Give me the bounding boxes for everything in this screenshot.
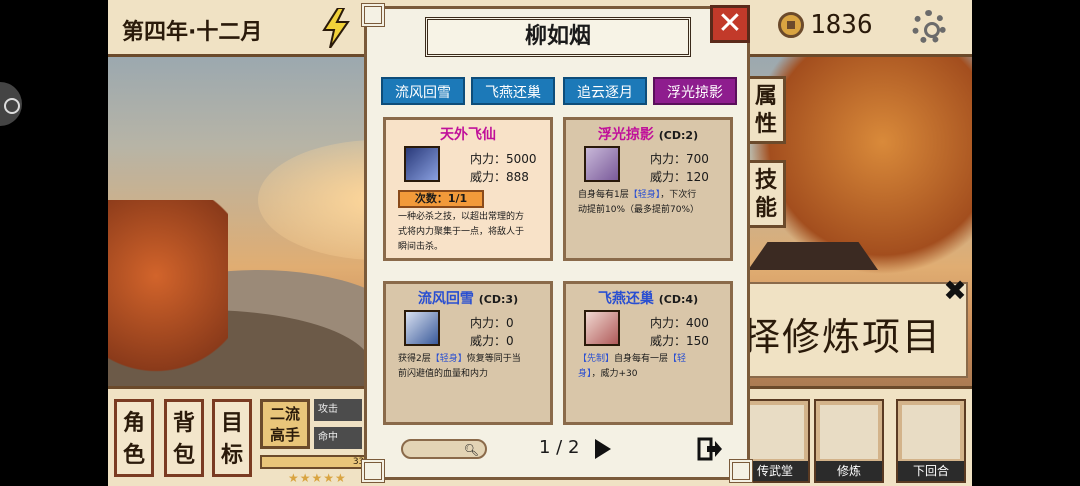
nav-backpack-button[interactable]: 背包 — [164, 399, 204, 477]
next-page-icon[interactable] — [595, 439, 611, 459]
desc-line: 一种必杀之技，以超出常理的方 — [398, 212, 525, 222]
character-name: 柳如烟 — [524, 24, 591, 49]
skill-name-text: 浮光掠影 — [597, 127, 654, 143]
train-label: 修炼 — [816, 461, 882, 481]
cooldown-text: (CD:4) — [658, 293, 699, 306]
tab-fuguang-lueying[interactable]: 浮光掠影 — [653, 77, 737, 105]
desc-line: 瞬间击杀。 — [398, 242, 444, 252]
coin-icon — [778, 12, 804, 38]
tab-zhuiyun-zhuyue[interactable]: 追云逐月 — [563, 77, 647, 105]
skill-name: 天外飞仙 — [440, 127, 496, 143]
desc-text: ，威力+30 — [591, 369, 638, 379]
keyword-link[interactable]: 【轻 — [668, 354, 686, 364]
skill-name: 流风回雪 (CD:3) — [386, 288, 550, 308]
skill-power: 威力：120 — [650, 170, 709, 184]
desc-line: 获得2层【轻身】恢复等同于当 — [398, 352, 548, 367]
skill-name: 浮光掠影 (CD:2) — [566, 124, 730, 144]
skill-name-text: 流风回雪 — [417, 291, 474, 307]
swallow-sword-icon — [584, 310, 620, 346]
desc-line: 身】，威力+30 — [578, 367, 728, 382]
nav-character-button[interactable]: 角色 — [114, 399, 154, 477]
desc-text: 自身每有一层 — [614, 354, 669, 364]
coin-count: 1836 — [810, 10, 873, 40]
star-rating: ★★★★★ — [288, 471, 347, 485]
keyword-link[interactable]: 【先制】 — [578, 354, 614, 364]
close-button[interactable]: ✕ — [710, 5, 750, 43]
desc-line: 自身每有1层【轻身】，下次行 — [578, 188, 728, 203]
train-button[interactable]: 修炼 — [814, 399, 884, 483]
page-indicator: 1 / 2 — [539, 437, 580, 458]
desc-line: 前闪避值的血量和内力 — [398, 369, 489, 379]
close-icon[interactable]: ✖ — [940, 276, 970, 306]
skill-power: 威力：0 — [470, 334, 514, 348]
skill-neili: 内力：5000 — [470, 152, 537, 166]
tab-feiyan-huanchao[interactable]: 飞燕还巢 — [471, 77, 555, 105]
skill-card[interactable]: 流风回雪 (CD:3) 内力：0 威力：0 获得2层【轻身】恢复等同于当 前闪避… — [383, 281, 553, 425]
training-panel: 择修炼项目 — [738, 282, 968, 378]
use-count-badge: 次数：1/1 — [398, 190, 484, 208]
skill-description: 获得2层【轻身】恢复等同于当 前闪避值的血量和内力 — [398, 352, 548, 382]
desc-line: 动提前10%（最多提前70%） — [578, 205, 700, 215]
game-date: 第四年·十二月 — [122, 20, 263, 45]
desc-text: 自身每有1层 — [578, 190, 629, 200]
desc-line: 【先制】自身每有一层【轻 — [578, 352, 728, 367]
autumn-tree-left — [108, 200, 228, 390]
wind-blade-icon — [404, 310, 440, 346]
skill-name: 飞燕还巢 (CD:4) — [566, 288, 730, 308]
rank-badge: 二流高手 — [260, 399, 310, 449]
martial-hall-icon — [746, 405, 804, 459]
skill-name-text: 飞燕还巢 — [597, 291, 654, 307]
corner-ornament — [361, 459, 385, 483]
skill-power: 威力：888 — [470, 170, 529, 184]
keyword-link[interactable]: 【轻身】 — [431, 354, 467, 364]
skill-description: 自身每有1层【轻身】，下次行 动提前10%（最多提前70%） — [578, 188, 728, 218]
training-panel-text: 择修炼项目 — [742, 315, 943, 359]
desc-text: 获得2层 — [398, 354, 431, 364]
tab-liufeng-huixue[interactable]: 流风回雪 — [381, 77, 465, 105]
next-turn-button[interactable]: 下回合 — [896, 399, 966, 483]
skill-description: 一种必杀之技，以超出常理的方 式将内力聚集于一点，将敌人于 瞬间击杀。 — [398, 210, 548, 255]
skill-card[interactable]: 天外飞仙 内力：5000 威力：888 次数：1/1 一种必杀之技，以超出常理的… — [383, 117, 553, 261]
accuracy-stat: 命中 — [314, 427, 362, 449]
keyword-link[interactable]: 【轻身】 — [629, 190, 661, 200]
floating-assist-button[interactable] — [0, 82, 22, 126]
skill-card[interactable]: 飞燕还巢 (CD:4) 内力：400 威力：150 【先制】自身每有一层【轻 身… — [563, 281, 733, 425]
skill-description: 【先制】自身每有一层【轻 身】，威力+30 — [578, 352, 728, 382]
search-input[interactable]: 🔍︎ — [401, 439, 487, 459]
skill-neili: 内力：0 — [470, 316, 514, 330]
next-turn-icon — [902, 405, 960, 459]
next-turn-label: 下回合 — [898, 461, 964, 481]
tab-skills[interactable]: 技能 — [746, 160, 786, 228]
skill-power: 威力：150 — [650, 334, 709, 348]
gear-icon[interactable] — [912, 10, 946, 44]
skill-neili: 内力：700 — [650, 152, 709, 166]
nav-goal-button[interactable]: 目标 — [212, 399, 252, 477]
character-name-box: 柳如烟 — [425, 17, 691, 57]
exit-icon[interactable] — [697, 437, 723, 461]
hp-bar: 337 — [260, 455, 372, 469]
desc-line: 式将内力聚集于一点，将敌人于 — [398, 227, 525, 237]
train-icon — [820, 405, 878, 459]
search-icon: 🔍︎ — [463, 443, 479, 457]
corner-ornament — [729, 459, 753, 483]
skill-neili: 内力：400 — [650, 316, 709, 330]
cooldown-text: (CD:3) — [478, 293, 519, 306]
skill-card[interactable]: 浮光掠影 (CD:2) 内力：700 威力：120 自身每有1层【轻身】，下次行… — [563, 117, 733, 261]
tab-attributes[interactable]: 属性 — [746, 76, 786, 144]
keyword-link[interactable]: 身】 — [578, 369, 592, 379]
lightning-icon — [322, 8, 350, 48]
skill-modal: 柳如烟 ✕ 流风回雪 飞燕还巢 追云逐月 浮光掠影 天外飞仙 内力：5000 威… — [361, 3, 753, 483]
corner-ornament — [361, 3, 385, 27]
attack-stat: 攻击 — [314, 399, 362, 421]
sword-icon — [584, 146, 620, 182]
desc-text: ，下次行 — [660, 190, 697, 200]
sword-flash-icon — [404, 146, 440, 182]
cooldown-text: (CD:2) — [658, 129, 699, 142]
desc-text: 恢复等同于当 — [466, 354, 521, 364]
